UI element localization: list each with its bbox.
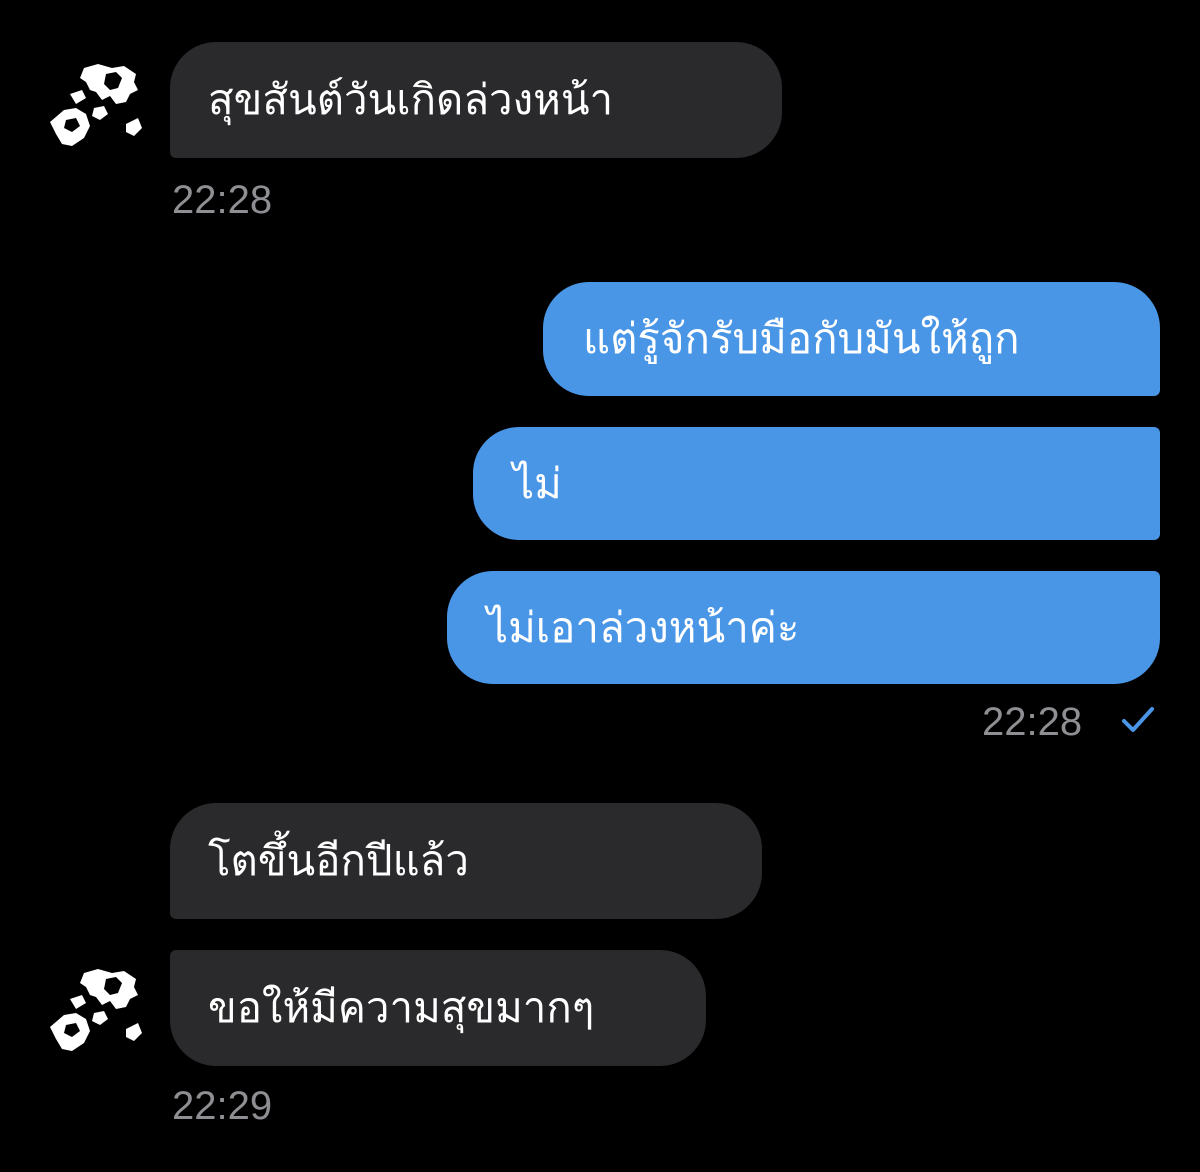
contact-avatar[interactable] xyxy=(46,60,146,150)
message-bubble-incoming[interactable]: โตขึ้นอีกปีแล้ว xyxy=(170,803,762,919)
contact-avatar[interactable] xyxy=(46,965,146,1055)
message-text: ไม่ xyxy=(513,458,562,508)
message-text: แต่รู้จักรับมือกับมันให้ถูก xyxy=(583,314,1020,363)
message-timestamp: 22:29 xyxy=(172,1084,273,1128)
message-text: โตขึ้นอีกปีแล้ว xyxy=(208,836,469,885)
message-bubble-outgoing[interactable]: ไม่ xyxy=(473,427,1160,540)
message-bubble-outgoing[interactable]: ไม่เอาล่วงหน้าค่ะ xyxy=(447,571,1160,684)
message-timestamp: 22:28 xyxy=(172,178,273,222)
message-text: ไม่เอาล่วงหน้าค่ะ xyxy=(487,602,800,652)
message-text: สุขสันต์วันเกิดล่วงหน้า xyxy=(208,75,614,124)
message-bubble-incoming[interactable]: ขอให้มีความสุขมากๆ xyxy=(170,950,706,1066)
chat-thread: สุขสันต์วันเกิดล่วงหน้า 22:28 แต่รู้จักร… xyxy=(0,0,1200,1172)
message-text: ขอให้มีความสุขมากๆ xyxy=(208,983,595,1032)
message-bubble-outgoing[interactable]: แต่รู้จักรับมือกับมันให้ถูก xyxy=(543,282,1160,396)
message-timestamp: 22:28 xyxy=(982,700,1083,744)
message-bubble-incoming[interactable]: สุขสันต์วันเกิดล่วงหน้า xyxy=(170,42,782,158)
check-icon xyxy=(1120,704,1156,740)
